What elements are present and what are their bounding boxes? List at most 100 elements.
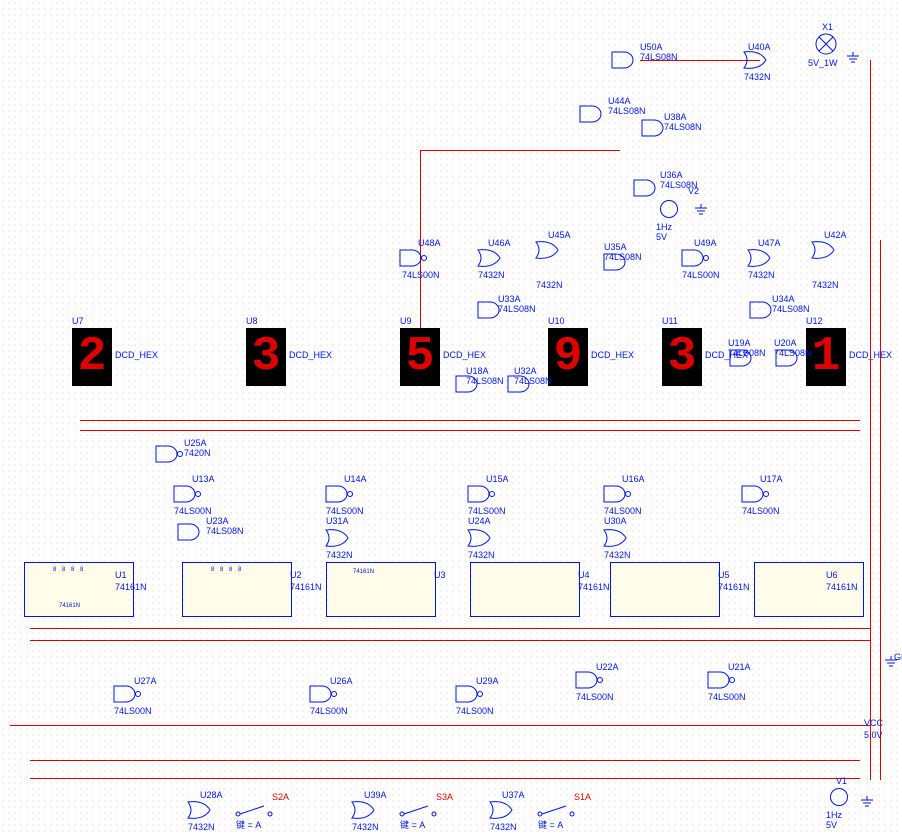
display-u9-type: DCD_HEX (443, 350, 486, 360)
ic-u3-ref: U3 (434, 570, 446, 580)
gate-u46a (478, 248, 506, 268)
ic-u1-type: 74161N (115, 582, 147, 592)
gate-u21a (708, 670, 736, 690)
wire (80, 420, 860, 421)
display-u12-ref: U12 (806, 316, 823, 326)
ic-u2-ref: U2 (290, 570, 302, 580)
gate-u18a-ref: U18A74LS08N (466, 366, 504, 386)
display-u8: 3 (246, 328, 286, 386)
gate-u24a-ref: U24A (468, 516, 491, 526)
switch-s1a[interactable] (536, 804, 576, 818)
gate-u36a (634, 178, 662, 198)
switch-s3a[interactable] (398, 804, 438, 818)
gate-u47a-ref: U47A (758, 238, 781, 248)
ic-u5-type: 74161N (718, 582, 750, 592)
gate-u45a (536, 240, 564, 260)
gate-u50a-ref: U50A74LS08N (640, 42, 678, 62)
ic-inner-type: 74161N (59, 603, 80, 609)
wire (80, 430, 860, 431)
gate-u25a (156, 444, 184, 464)
wire (30, 628, 870, 629)
gate-u30a-ref: U30A (604, 516, 627, 526)
digit: 9 (554, 330, 583, 384)
gate-u44a-ref: U44A74LS08N (608, 96, 646, 116)
wire (420, 150, 620, 151)
gate-u42a-ref: U42A (824, 230, 847, 240)
gate-u29a-type: 74LS00N (456, 706, 494, 716)
display-u10-ref: U10 (548, 316, 565, 326)
wire (10, 725, 870, 726)
gate-u31a (326, 528, 354, 548)
ic-u4 (470, 562, 580, 617)
wire (30, 760, 860, 761)
ic-pins: 8 8 8 8 (53, 567, 85, 573)
gate-u35a-ref: U35A74LS08N (604, 242, 642, 262)
gate-u48a-type: 74LS00N (402, 270, 440, 280)
display-u10-type: DCD_HEX (591, 350, 634, 360)
gate-u15a (468, 484, 496, 504)
gate-u14a-type: 74LS00N (326, 506, 364, 516)
gate-u28a-ref: U28A (200, 790, 223, 800)
gate-u29a (456, 684, 484, 704)
gate-u16a-ref: U16A (622, 474, 645, 484)
gate-u29a-ref: U29A (476, 676, 499, 686)
gate-u16a (604, 484, 632, 504)
display-u9: 5 (400, 328, 440, 386)
gate-u39a-ref: U39A (364, 790, 387, 800)
gate-u23a (178, 522, 206, 542)
digit: 1 (812, 330, 841, 384)
ic-u6-ref: U6 (826, 570, 838, 580)
lamp-x1-ref: X1 (822, 22, 833, 32)
switch-s3a-label: 键 = A (400, 820, 425, 830)
gate-u40a (744, 50, 772, 70)
display-u12: 1 (806, 328, 846, 386)
gate-u40a-type: 7432N (744, 72, 771, 82)
switch-s1a-ref: S1A (574, 792, 591, 802)
gate-u34a-ref: U34A74LS08N (772, 294, 810, 314)
gate-u39a-type: 7432N (352, 822, 379, 832)
gate-u13a (174, 484, 202, 504)
display-u11-ref: U11 (662, 316, 678, 326)
wire (870, 60, 871, 780)
gate-u48a-ref: U48A (418, 238, 441, 248)
digit: 5 (406, 330, 435, 384)
source-v2-freq: 1Hz5V (656, 222, 672, 242)
gate-u15a-ref: U15A (486, 474, 509, 484)
switch-s3a-ref: S3A (436, 792, 453, 802)
gate-u47a-type: 7432N (748, 270, 775, 280)
gate-u17a-ref: U17A (760, 474, 783, 484)
ic-u2: 8 8 8 8 (182, 562, 292, 617)
ic-u2-type: 74161N (290, 582, 322, 592)
wire (30, 778, 860, 779)
gate-u45a-type: 7432N (536, 280, 563, 290)
gate-u24a (468, 528, 496, 548)
gate-u27a (114, 684, 142, 704)
display-u12-type: DCD_HEX (849, 350, 892, 360)
digit: 3 (252, 330, 281, 384)
gate-u15a-type: 74LS00N (468, 506, 506, 516)
gate-u47a (748, 248, 776, 268)
display-u7: 2 (72, 328, 112, 386)
ic-u5-ref: U5 (718, 570, 730, 580)
gate-u38a-ref: U38A74LS08N (664, 112, 702, 132)
gate-u25a-ref: U25A7420N (184, 438, 211, 458)
ic-pins: 8 8 8 8 (211, 567, 243, 573)
digit: 3 (668, 330, 697, 384)
gate-u27a-ref: U27A (134, 676, 157, 686)
gate-u24a-type: 7432N (468, 550, 495, 560)
gate-u20a-ref: U20A74LS08N (774, 338, 812, 358)
switch-s2a[interactable] (234, 804, 274, 818)
digit: 2 (78, 330, 107, 384)
rail-vcc-label: VCC (864, 718, 883, 728)
gate-u26a-ref: U26A (330, 676, 353, 686)
ground-icon (846, 52, 860, 64)
gate-u28a-type: 7432N (188, 822, 215, 832)
switch-s2a-ref: S2A (272, 792, 289, 802)
gate-u23a-ref: U23A74LS08N (206, 516, 244, 536)
source-v2-ref: V2 (688, 186, 699, 196)
gate-u37a-ref: U37A (502, 790, 525, 800)
gate-u26a (310, 684, 338, 704)
gate-u30a-type: 7432N (604, 550, 631, 560)
gate-u32a-ref: U32A74LS08N (514, 366, 552, 386)
gate-u49a-type: 74LS00N (682, 270, 720, 280)
